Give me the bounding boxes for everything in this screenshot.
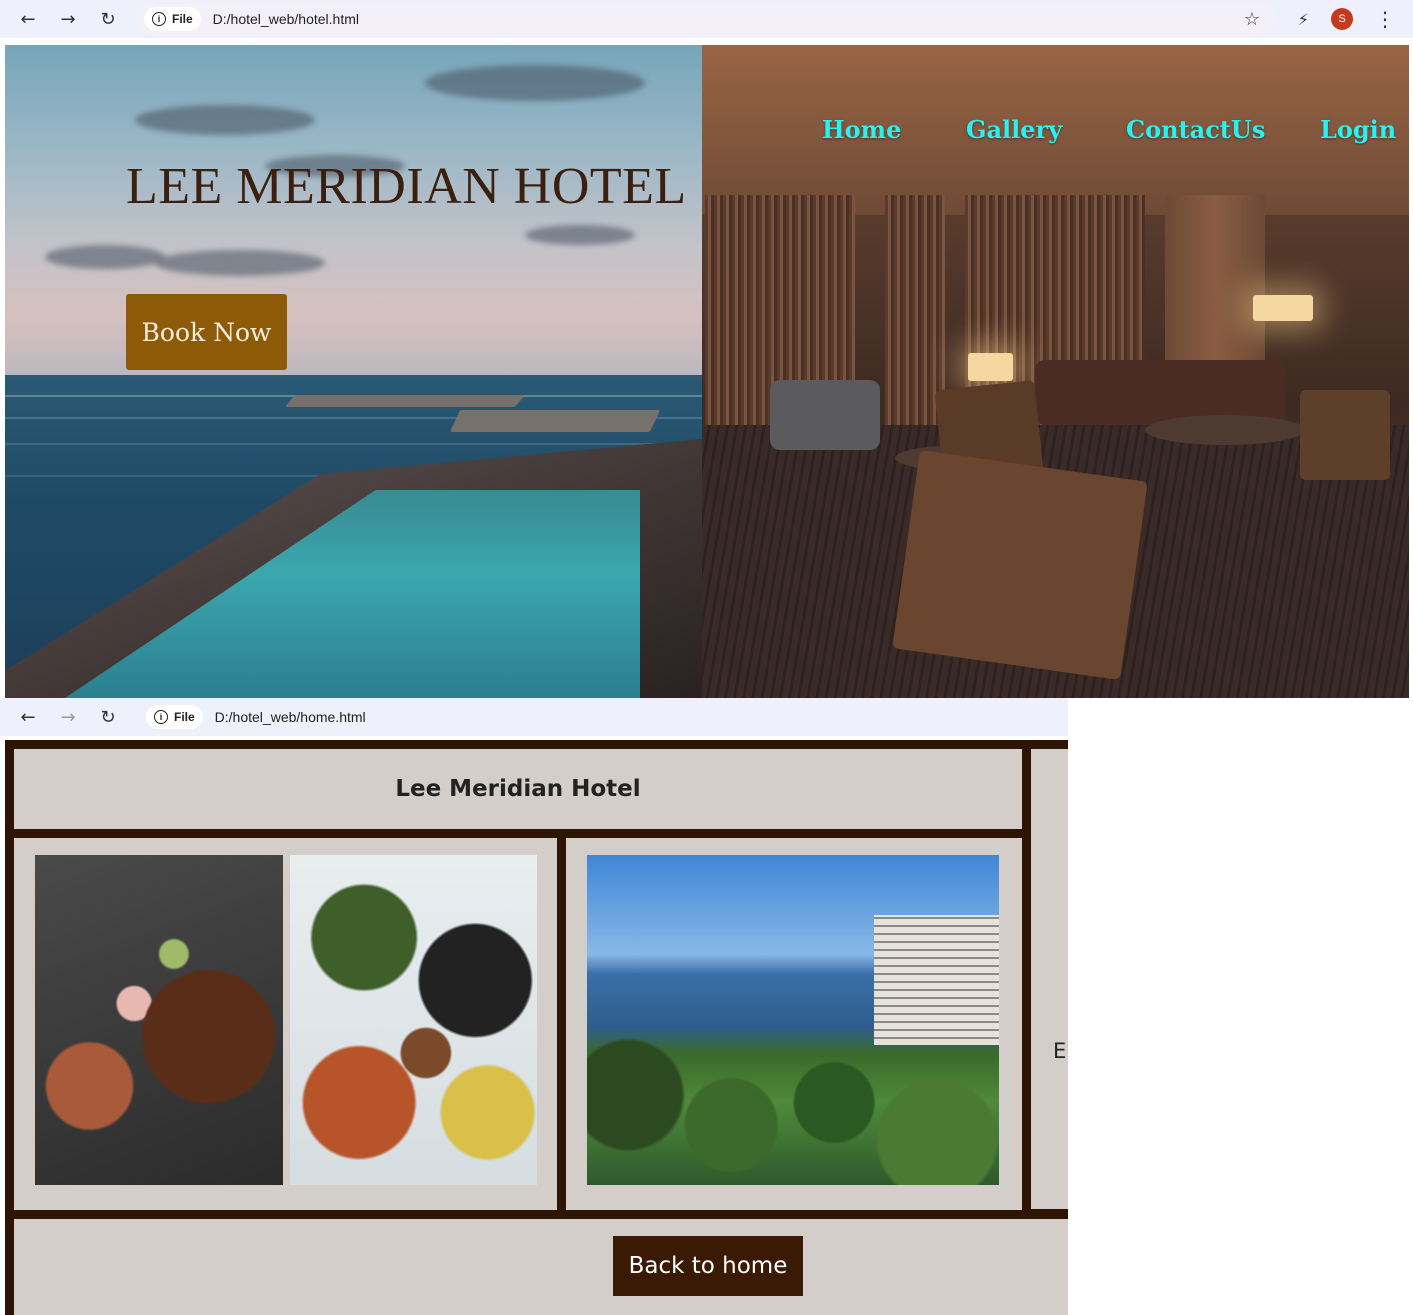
address-bar[interactable]: i File D:/hotel_web/home.html (138, 701, 1058, 733)
header-panel: Lee Meridian Hotel (14, 749, 1022, 829)
site-info-label: File (174, 710, 195, 724)
reload-icon[interactable]: ↻ (88, 1, 128, 37)
bookmark-star-icon[interactable]: ☆ (1244, 9, 1260, 30)
cloud (45, 245, 165, 269)
side-panel-text: En (1053, 1039, 1068, 1063)
hotel-building (874, 915, 999, 1045)
site-info-label: File (172, 12, 193, 26)
table-lamp (968, 353, 1013, 381)
sun-lounger (449, 410, 661, 432)
nav-link-gallery[interactable]: Gallery (966, 115, 1062, 144)
forward-arrow-icon[interactable]: → (48, 699, 88, 735)
coffee-table (1145, 415, 1305, 445)
back-to-home-button[interactable]: Back to home (613, 1236, 803, 1296)
grilled-food-image[interactable] (290, 855, 537, 1185)
palm-trees (587, 1035, 999, 1185)
info-icon: i (152, 12, 166, 26)
book-now-button[interactable]: Book Now (126, 294, 287, 370)
avatar-letter: S (1338, 13, 1346, 25)
right-side-panel: En (1031, 749, 1068, 1209)
hero-title: LEE MERIDIAN HOTEL (126, 158, 687, 215)
cloud (525, 225, 635, 245)
site-info-chip[interactable]: i File (146, 705, 203, 729)
site-info-chip[interactable]: i File (144, 7, 201, 31)
food-gallery-panel (14, 838, 557, 1210)
url-text: D:/hotel_web/home.html (214, 709, 366, 725)
toolbar-right: ⚡ S ⋮ (1298, 0, 1395, 38)
cloud (135, 105, 315, 135)
bathtub (770, 380, 880, 450)
resort-gallery-panel (566, 838, 1022, 1210)
nav-link-home[interactable]: Home (822, 115, 901, 144)
forward-arrow-icon[interactable]: → (48, 1, 88, 37)
address-bar[interactable]: i File D:/hotel_web/hotel.html ☆ (136, 3, 1276, 35)
nav-buttons: ← → ↻ (8, 1, 128, 37)
nav-link-contactus[interactable]: ContactUs (1126, 115, 1265, 144)
resort-aerial-image[interactable] (587, 855, 999, 1185)
browser-toolbar-top: ← → ↻ i File D:/hotel_web/hotel.html ☆ ⚡… (0, 0, 1413, 38)
cloud (425, 65, 645, 101)
hero-section: LEE MERIDIAN HOTEL Book Now Home Gallery… (5, 45, 1409, 698)
performance-icon[interactable]: ⚡ (1298, 10, 1309, 29)
footer-panel (14, 1219, 1068, 1315)
browser-toolbar-bottom: ← → ↻ i File D:/hotel_web/home.html (0, 698, 1068, 736)
page-title: Lee Meridian Hotel (395, 776, 641, 802)
wave (5, 443, 705, 445)
bench (284, 395, 526, 407)
back-arrow-icon[interactable]: ← (8, 699, 48, 735)
nav-buttons: ← → ↻ (8, 699, 128, 735)
url-text: D:/hotel_web/hotel.html (212, 11, 359, 27)
cloud (155, 250, 325, 276)
info-icon: i (154, 710, 168, 724)
dessert-image[interactable] (35, 855, 283, 1185)
nav-link-login[interactable]: Login (1320, 115, 1396, 144)
back-arrow-icon[interactable]: ← (8, 1, 48, 37)
kebab-menu-icon[interactable]: ⋮ (1375, 7, 1395, 31)
lounge-chair (892, 449, 1148, 681)
reload-icon[interactable]: ↻ (88, 699, 128, 735)
avatar[interactable]: S (1331, 8, 1353, 30)
floor-lamp (1253, 295, 1313, 321)
home-page-frame: Lee Meridian Hotel En Back to home (5, 740, 1068, 1315)
rocking-chair (1300, 390, 1390, 480)
